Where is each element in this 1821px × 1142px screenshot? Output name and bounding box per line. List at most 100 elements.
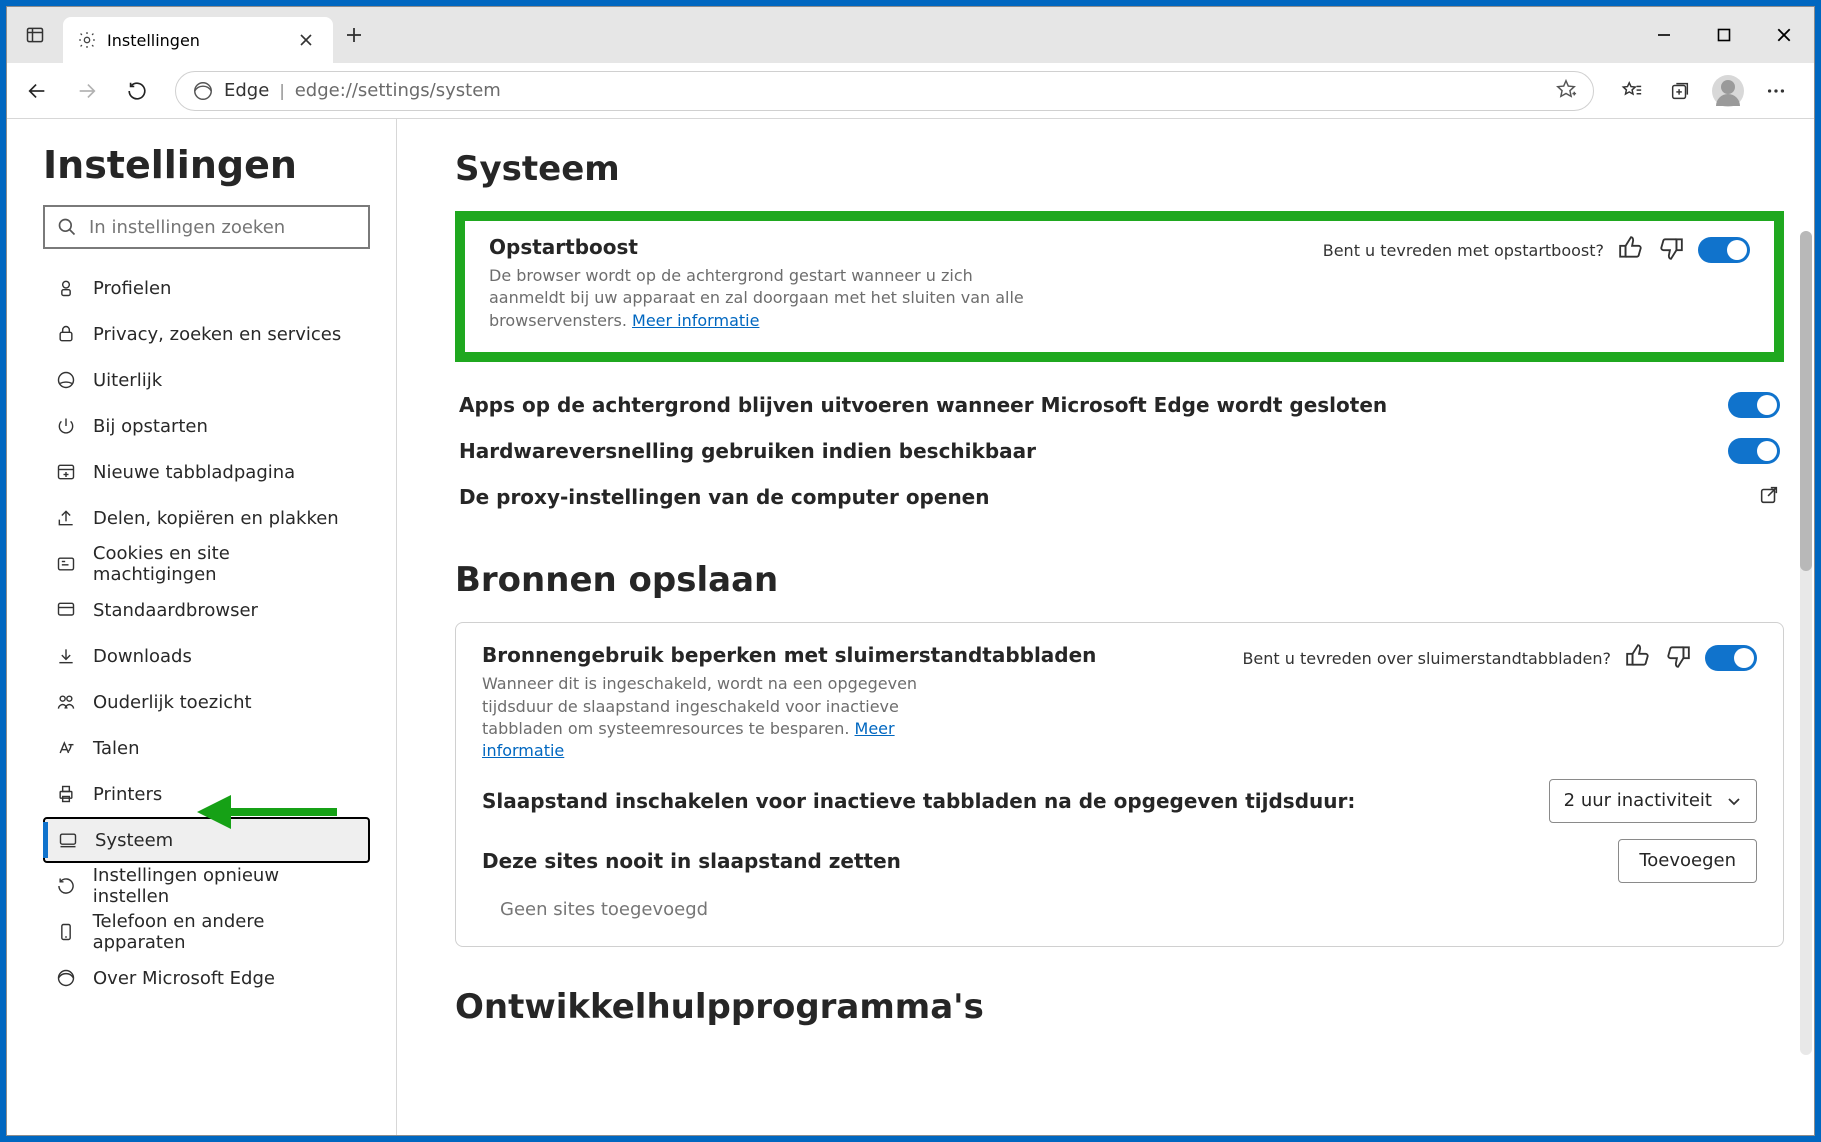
close-icon — [1776, 27, 1792, 43]
settings-sidebar: Instellingen Profielen Privacy, zoeken e… — [7, 119, 397, 1135]
hw-accel-row: Hardwareversnelling gebruiken indien bes… — [455, 428, 1784, 474]
add-site-button[interactable]: Toevoegen — [1618, 839, 1757, 883]
settings-main: Systeem Opstartboost De browser wordt op… — [397, 119, 1814, 1135]
gear-icon — [77, 30, 97, 50]
sidebar-item-reset[interactable]: Instellingen opnieuw instellen — [43, 863, 370, 909]
sleep-after-label: Slaapstand inschakelen voor inactieve ta… — [482, 789, 1355, 813]
startup-boost-desc: De browser wordt op de achtergrond gesta… — [489, 265, 1049, 332]
chevron-down-icon — [1726, 793, 1742, 809]
sidebar-item-label: Talen — [93, 738, 140, 759]
browser-icon — [55, 599, 77, 621]
appearance-icon — [55, 369, 77, 391]
sidebar-item-newtab[interactable]: Nieuwe tabbladpagina — [43, 449, 370, 495]
toolbar-right — [1610, 69, 1806, 113]
cookies-icon — [55, 553, 77, 575]
background-apps-label: Apps op de achtergrond blijven uitvoeren… — [459, 393, 1387, 417]
sleeping-tabs-feedback-q: Bent u tevreden over sluimerstandtabblad… — [1242, 649, 1611, 668]
sidebar-item-printers[interactable]: Printers — [43, 771, 370, 817]
address-bar[interactable]: Edge | edge://settings/system — [175, 71, 1594, 111]
tab-actions-button[interactable] — [7, 7, 63, 63]
search-icon — [57, 217, 77, 237]
sleep-after-value: 2 uur inactiviteit — [1564, 790, 1712, 811]
close-icon — [299, 33, 313, 47]
hw-accel-label: Hardwareversnelling gebruiken indien bes… — [459, 439, 1036, 463]
collections-button[interactable] — [1658, 69, 1702, 113]
background-apps-toggle[interactable] — [1728, 392, 1780, 418]
sidebar-item-startup[interactable]: Bij opstarten — [43, 403, 370, 449]
sidebar-item-label: Delen, kopiëren en plakken — [93, 508, 339, 529]
sidebar-item-label: Downloads — [93, 646, 192, 667]
sidebar-item-label: Ouderlijk toezicht — [93, 692, 252, 713]
minimize-button[interactable] — [1634, 7, 1694, 63]
sidebar-item-privacy[interactable]: Privacy, zoeken en services — [43, 311, 370, 357]
menu-button[interactable] — [1754, 69, 1798, 113]
sidebar-item-phone[interactable]: Telefoon en andere apparaten — [43, 909, 370, 955]
scrollbar[interactable] — [1800, 231, 1812, 1055]
startup-boost-more-link[interactable]: Meer informatie — [632, 311, 759, 330]
back-button[interactable] — [15, 69, 59, 113]
collections-icon — [1669, 80, 1691, 102]
sidebar-item-label: Privacy, zoeken en services — [93, 324, 341, 345]
settings-search[interactable] — [43, 205, 370, 249]
hw-accel-toggle[interactable] — [1728, 438, 1780, 464]
plus-icon — [345, 26, 363, 44]
sidebar-item-family[interactable]: Ouderlijk toezicht — [43, 679, 370, 725]
profile-icon — [55, 277, 77, 299]
close-window-button[interactable] — [1754, 7, 1814, 63]
tab-title: Instellingen — [107, 31, 200, 50]
sidebar-item-cookies[interactable]: Cookies en site machtigingen — [43, 541, 370, 587]
system-icon — [57, 829, 79, 851]
proxy-row[interactable]: De proxy-instellingen van de computer op… — [455, 474, 1784, 520]
window-controls — [1634, 7, 1814, 63]
refresh-button[interactable] — [115, 69, 159, 113]
newtab-icon — [55, 461, 77, 483]
sidebar-item-about[interactable]: Over Microsoft Edge — [43, 955, 370, 1001]
profile-button[interactable] — [1706, 69, 1750, 113]
family-icon — [55, 691, 77, 713]
sidebar-item-downloads[interactable]: Downloads — [43, 633, 370, 679]
avatar-icon — [1712, 75, 1744, 107]
thumbs-down-button[interactable] — [1658, 235, 1684, 265]
favorites-button[interactable] — [1610, 69, 1654, 113]
sidebar-item-profiles[interactable]: Profielen — [43, 265, 370, 311]
thumbs-down-button[interactable] — [1665, 643, 1691, 673]
scrollbar-thumb[interactable] — [1800, 231, 1812, 571]
sleeping-tabs-title: Bronnengebruik beperken met sluimerstand… — [482, 643, 1096, 667]
maximize-icon — [1717, 28, 1731, 42]
content-area: Instellingen Profielen Privacy, zoeken e… — [7, 119, 1814, 1135]
star-plus-icon — [1555, 78, 1577, 100]
sidebar-item-label: Bij opstarten — [93, 416, 208, 437]
new-tab-button[interactable] — [333, 7, 375, 63]
sidebar-item-label: Profielen — [93, 278, 171, 299]
sidebar-item-appearance[interactable]: Uiterlijk — [43, 357, 370, 403]
tab-close-button[interactable] — [293, 27, 319, 53]
add-favorite-button[interactable] — [1555, 78, 1577, 104]
section-heading-dev: Ontwikkelhulpprogramma's — [455, 987, 1784, 1027]
background-apps-row: Apps op de achtergrond blijven uitvoeren… — [455, 382, 1784, 428]
startup-boost-highlight: Opstartboost De browser wordt op de acht… — [455, 211, 1784, 362]
sidebar-item-share[interactable]: Delen, kopiëren en plakken — [43, 495, 370, 541]
sleep-after-select[interactable]: 2 uur inactiviteit — [1549, 779, 1757, 823]
forward-button[interactable] — [65, 69, 109, 113]
sidebar-item-system[interactable]: Systeem — [43, 817, 370, 863]
thumbs-up-button[interactable] — [1625, 643, 1651, 673]
sleeping-tabs-toggle[interactable] — [1705, 645, 1757, 671]
proxy-label: De proxy-instellingen van de computer op… — [459, 485, 989, 509]
settings-search-input[interactable] — [89, 217, 356, 238]
sleeping-tabs-card: Bronnengebruik beperken met sluimerstand… — [455, 622, 1784, 947]
section-heading-system: Systeem — [455, 149, 1784, 189]
sidebar-item-languages[interactable]: Talen — [43, 725, 370, 771]
sidebar-item-default-browser[interactable]: Standaardbrowser — [43, 587, 370, 633]
browser-tab[interactable]: Instellingen — [63, 17, 333, 63]
startup-boost-toggle[interactable] — [1698, 237, 1750, 263]
edge-icon — [192, 80, 214, 102]
maximize-button[interactable] — [1694, 7, 1754, 63]
sleeping-tabs-desc: Wanneer dit is ingeschakeld, wordt na ee… — [482, 673, 942, 763]
sidebar-item-label: Systeem — [95, 830, 173, 851]
never-sleep-label: Deze sites nooit in slaapstand zetten — [482, 849, 901, 873]
sidebar-item-label: Instellingen opnieuw instellen — [93, 865, 358, 907]
thumbs-up-button[interactable] — [1618, 235, 1644, 265]
reset-icon — [55, 875, 77, 897]
sidebar-item-label: Nieuwe tabbladpagina — [93, 462, 295, 483]
titlebar: Instellingen — [7, 7, 1814, 63]
